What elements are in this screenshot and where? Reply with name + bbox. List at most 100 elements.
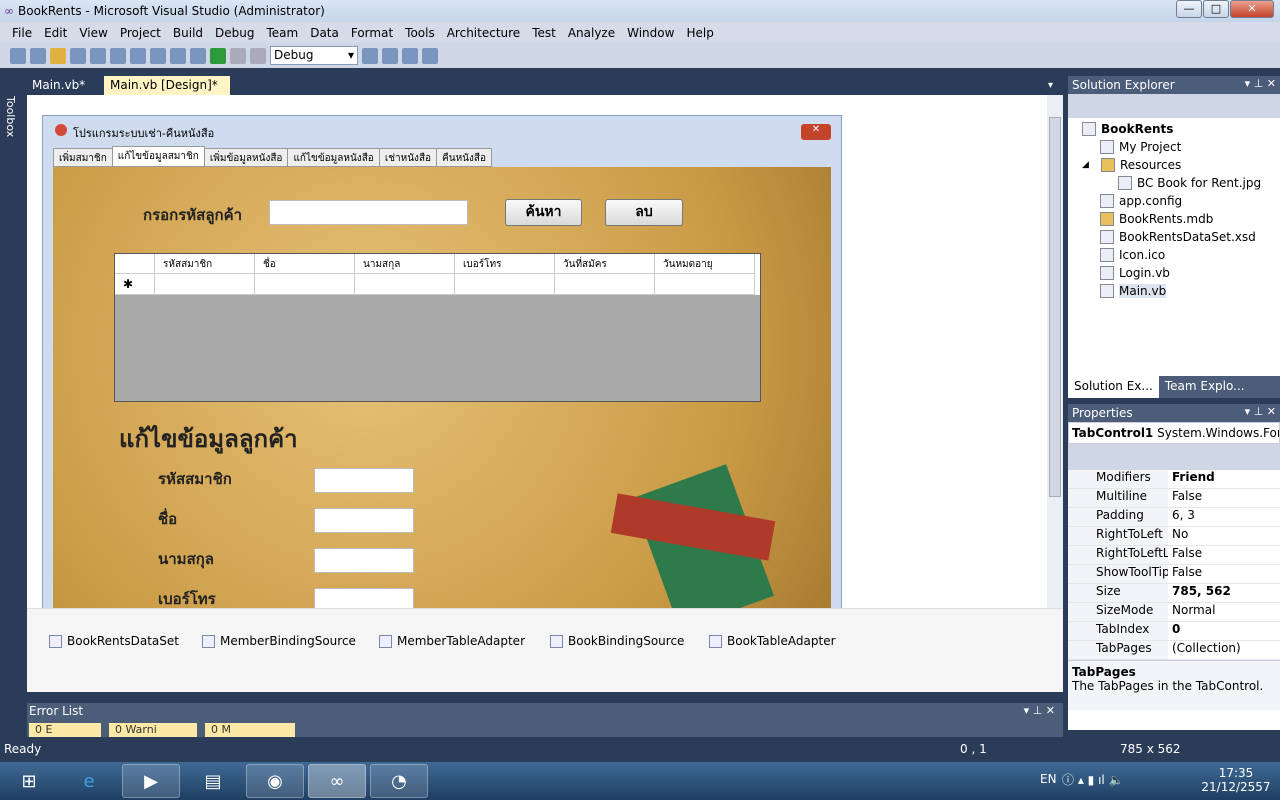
tab-add-member[interactable]: เพิ่มสมาชิก (53, 148, 113, 167)
internet-explorer-icon[interactable]: e (60, 764, 118, 798)
tray-icons[interactable]: ⓘ ▴ ▮ ıl 🔈 (1062, 771, 1124, 788)
col-name[interactable]: ชื่อ (255, 254, 355, 274)
property-row[interactable]: SizeMode Normal (1068, 603, 1280, 622)
start-button[interactable]: ⊞ (0, 764, 58, 798)
tab-main-vb[interactable]: Main.vb* (26, 76, 91, 96)
tab-dropdown-icon[interactable]: ▾ (1048, 80, 1053, 91)
start-debug-icon[interactable] (210, 47, 226, 64)
toolbox-sidebar[interactable]: Toolbox (0, 76, 22, 736)
maximize-button[interactable]: □ (1203, 0, 1229, 18)
copy-icon[interactable] (130, 47, 146, 64)
surname-input[interactable] (314, 548, 414, 573)
cell[interactable] (255, 274, 355, 295)
property-value[interactable]: Normal (1168, 603, 1256, 621)
cell[interactable] (355, 274, 455, 295)
open-icon[interactable] (50, 47, 66, 64)
cut-icon[interactable] (110, 47, 126, 64)
col-surname[interactable]: นามสกุล (355, 254, 455, 274)
panel-controls-icon[interactable]: ▾ ⊥ ✕ (1024, 704, 1055, 717)
property-row[interactable]: RightToLeftLaFalse (1068, 546, 1280, 565)
menu-view[interactable]: View (73, 26, 113, 40)
solution-explorer-icon[interactable] (382, 47, 398, 64)
phone-input[interactable] (314, 588, 414, 608)
menu-team[interactable]: Team (260, 26, 304, 40)
col-member-id[interactable]: รหัสสมาชิก (155, 254, 255, 274)
property-value[interactable]: 6, 3 (1168, 508, 1256, 526)
search-button[interactable]: ค้นหา (505, 199, 582, 226)
tree-item[interactable]: Icon.ico (1082, 246, 1280, 264)
visual-studio-icon[interactable]: ∞ (308, 764, 366, 798)
close-button[interactable]: ✕ (1230, 0, 1274, 18)
customer-id-input[interactable] (269, 200, 468, 225)
toolbox-label[interactable]: Toolbox (4, 96, 17, 137)
menu-analyze[interactable]: Analyze (562, 26, 621, 40)
chrome-icon[interactable]: ◉ (246, 764, 304, 798)
menu-format[interactable]: Format (345, 26, 399, 40)
tab-edit-member[interactable]: แก้ไขข้อมูลสมาชิก (111, 146, 205, 167)
menu-architecture[interactable]: Architecture (441, 26, 526, 40)
property-value[interactable]: False (1168, 489, 1256, 507)
pause-icon[interactable] (230, 47, 246, 64)
add-item-icon[interactable] (30, 47, 46, 64)
app-icon[interactable]: ◔ (370, 764, 428, 798)
cell[interactable] (555, 274, 655, 295)
undo-icon[interactable] (170, 47, 186, 64)
menu-file[interactable]: File (6, 26, 38, 40)
file-explorer-icon[interactable]: ▤ (184, 764, 242, 798)
tree-item[interactable]: Login.vb (1082, 264, 1280, 282)
table-row[interactable]: ✱ (115, 274, 760, 295)
property-row[interactable]: Size 785, 562 (1068, 584, 1280, 603)
tree-item[interactable]: BookRents.mdb (1082, 210, 1280, 228)
tab-main-design[interactable]: Main.vb [Design]* ✕ (104, 76, 230, 106)
redo-icon[interactable] (190, 47, 206, 64)
tree-item-project[interactable]: BookRents (1082, 120, 1280, 138)
col-phone[interactable]: เบอร์โทร (455, 254, 555, 274)
property-value[interactable]: False (1168, 546, 1256, 564)
tray-item[interactable]: BookTableAdapter (709, 634, 836, 648)
messages-tab[interactable]: 0 M (205, 723, 295, 737)
main-form[interactable]: โปรแกรมระบบเช่า-คืนหนังสือ ✕ เพิ่มสมาชิก… (42, 115, 842, 608)
property-row[interactable]: Multiline False (1068, 489, 1280, 508)
clock[interactable]: 17:35 21/12/2557 (1200, 766, 1272, 794)
tab-solution-explorer[interactable]: Solution Ex... (1068, 376, 1159, 398)
media-player-icon[interactable]: ▶ (122, 764, 180, 798)
property-row[interactable]: Modifiers Friend (1068, 470, 1280, 489)
minimize-button[interactable]: — (1176, 0, 1202, 18)
toolbox-icon[interactable] (422, 47, 438, 64)
members-grid[interactable]: รหัสสมาชิก ชื่อ นามสกุล เบอร์โทร วันที่ส… (114, 253, 761, 402)
tab-add-book[interactable]: เพิ่มข้อมูลหนังสือ (203, 148, 289, 167)
property-value[interactable]: (Collection) (1168, 641, 1256, 659)
property-value[interactable]: No (1168, 527, 1256, 545)
property-row[interactable]: ShowToolTip False (1068, 565, 1280, 584)
col-expire-date[interactable]: วันหมดอายุ (655, 254, 755, 274)
name-input[interactable] (314, 508, 414, 533)
stop-icon[interactable] (250, 47, 266, 64)
tree-item[interactable]: ◢ Resources (1082, 156, 1280, 174)
col-register-date[interactable]: วันที่สมัคร (555, 254, 655, 274)
cell[interactable] (155, 274, 255, 295)
property-row[interactable]: TabPages (Collection) (1068, 641, 1280, 660)
tree-item[interactable]: BC Book for Rent.jpg (1082, 174, 1280, 192)
property-value[interactable]: 0 (1168, 622, 1256, 640)
tree-item[interactable]: app.config (1082, 192, 1280, 210)
menu-project[interactable]: Project (114, 26, 167, 40)
properties-icon[interactable] (402, 47, 418, 64)
member-id-input[interactable] (314, 468, 414, 493)
save-icon[interactable] (70, 47, 86, 64)
property-row[interactable]: RightToLeft No (1068, 527, 1280, 546)
collapse-icon[interactable]: ◢ (1082, 160, 1096, 170)
scroll-thumb[interactable] (1049, 117, 1061, 497)
property-row[interactable]: TabIndex 0 (1068, 622, 1280, 641)
tree-item[interactable]: My Project (1082, 138, 1280, 156)
menu-tools[interactable]: Tools (399, 26, 441, 40)
panel-controls-icon[interactable]: ▾ ⊥ ✕ (1245, 405, 1276, 418)
tray-item[interactable]: MemberTableAdapter (379, 634, 525, 648)
tab-return-book[interactable]: คืนหนังสือ (436, 148, 493, 167)
property-value[interactable]: Friend (1168, 470, 1256, 488)
tab-team-explorer[interactable]: Team Explo... (1159, 376, 1251, 398)
tray-item[interactable]: BookRentsDataSet (49, 634, 179, 648)
tray-item[interactable]: BookBindingSource (550, 634, 684, 648)
menu-data[interactable]: Data (304, 26, 345, 40)
property-value[interactable]: False (1168, 565, 1256, 583)
object-selector[interactable]: TabControl1 System.Windows.For ▾ (1068, 422, 1280, 444)
